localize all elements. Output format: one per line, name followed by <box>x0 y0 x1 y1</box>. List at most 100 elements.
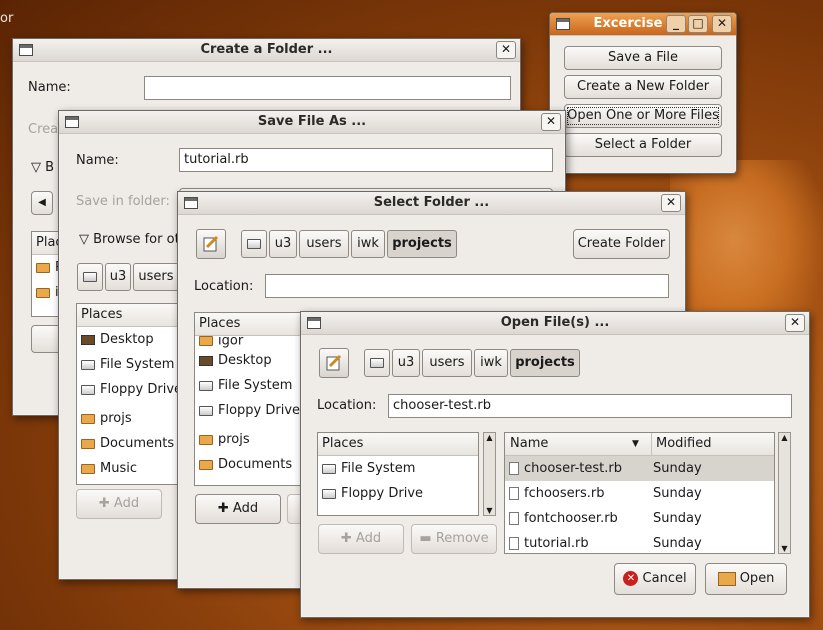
file-row[interactable]: chooser-test.rb Sunday <box>505 456 774 481</box>
open-files-button[interactable]: Open One or More Files <box>564 104 722 128</box>
place-floppy[interactable]: Floppy Drive <box>195 398 303 423</box>
folder-icon <box>81 438 95 449</box>
crumb-projects[interactable]: projects <box>387 230 457 258</box>
select-folder-titlebar[interactable]: Select Folder ... ✕ <box>178 192 685 215</box>
sort-descending-icon[interactable]: ▼ <box>632 433 639 455</box>
column-modified-header[interactable]: Modified <box>651 433 711 455</box>
type-location-button[interactable] <box>319 348 349 378</box>
drive-icon <box>370 357 384 368</box>
maximize-button[interactable]: □ <box>688 15 708 33</box>
place-floppy[interactable]: Floppy Drive <box>77 377 179 402</box>
create-new-folder-button[interactable]: Create a New Folder <box>564 75 722 99</box>
scroll-down-arrow-icon[interactable]: ▼ <box>779 544 790 553</box>
name-field[interactable]: tutorial.rb <box>179 148 553 172</box>
add-button[interactable]: ✚ Add <box>318 524 404 554</box>
browse-label: Browse for ot <box>93 232 180 247</box>
create-folder-button[interactable]: Create Folder <box>573 229 670 259</box>
add-button[interactable]: ✚ Add <box>195 494 281 524</box>
select-folder-title: Select Folder ... <box>373 195 490 210</box>
files-header: Name ▼ Modified <box>505 433 774 456</box>
location-field[interactable]: chooser-test.rb <box>388 394 792 418</box>
files-scrollbar[interactable]: ▲ ▼ <box>778 432 791 554</box>
file-row[interactable]: tutorial.rb Sunday <box>505 531 774 553</box>
crumb-u3[interactable]: u3 <box>105 263 131 291</box>
drive-crumb[interactable] <box>77 263 103 291</box>
name-label: Name: <box>76 153 119 168</box>
places-pane: Places File System Floppy Drive <box>317 432 479 516</box>
folder-icon <box>81 413 95 424</box>
excercise-titlebar[interactable]: Excercise _ □ ✕ <box>550 13 736 36</box>
file-icon <box>509 487 519 500</box>
place-filesystem[interactable]: File System <box>195 373 303 398</box>
pencil-icon <box>203 235 219 252</box>
file-row[interactable]: fchoosers.rb Sunday <box>505 481 774 506</box>
name-field[interactable] <box>144 76 511 100</box>
place-documents[interactable]: Documents <box>77 431 179 456</box>
select-folder-button[interactable]: Select a Folder <box>564 133 722 157</box>
places-header: Places <box>195 313 303 336</box>
crumb-iwk[interactable]: iwk <box>474 349 508 377</box>
create-folder-titlebar[interactable]: Create a Folder ... ✕ <box>13 39 520 62</box>
open-files-window: Open File(s) ... ✕ u3 users iwk projects… <box>300 311 810 618</box>
scroll-up-arrow-icon[interactable]: ▲ <box>484 433 495 442</box>
crumb-users[interactable]: users <box>133 263 179 291</box>
close-button[interactable]: ✕ <box>541 113 561 131</box>
place-desktop[interactable]: Desktop <box>77 327 179 352</box>
desktop-icon <box>81 334 95 345</box>
floppy-icon <box>322 488 336 499</box>
save-a-file-button[interactable]: Save a File <box>564 46 722 70</box>
crumb-u3[interactable]: u3 <box>269 230 297 258</box>
place-floppy[interactable]: Floppy Drive <box>318 481 478 506</box>
close-button[interactable]: ✕ <box>661 194 681 212</box>
place-projs[interactable]: projs <box>77 406 179 431</box>
browse-expander[interactable]: ▽ B <box>31 160 54 175</box>
open-files-titlebar[interactable]: Open File(s) ... ✕ <box>301 312 809 335</box>
save-file-title: Save File As ... <box>257 114 367 129</box>
minimize-button[interactable]: _ <box>666 15 686 33</box>
desktop-icon <box>199 355 213 366</box>
remove-button[interactable]: ▬ Remove <box>411 524 497 554</box>
crumb-iwk[interactable]: iwk <box>351 230 385 258</box>
place-music[interactable]: Music <box>77 456 179 481</box>
cancel-button[interactable]: ✕ Cancel <box>614 563 696 595</box>
drive-icon <box>322 463 336 474</box>
add-button[interactable]: ✚ Add <box>76 489 162 519</box>
open-button[interactable]: Open <box>705 563 787 595</box>
type-location-button[interactable] <box>196 229 226 259</box>
places-header: Places <box>318 433 478 456</box>
scroll-up-arrow-icon[interactable]: ▲ <box>779 433 790 442</box>
location-field[interactable] <box>265 274 669 298</box>
places-header: Places <box>77 304 179 327</box>
file-icon <box>509 537 519 550</box>
folder-icon <box>81 463 95 474</box>
column-name-header[interactable]: Name <box>510 433 548 455</box>
close-button[interactable]: ✕ <box>785 314 805 332</box>
back-arrow-button[interactable]: ◀ <box>31 191 53 215</box>
place-desktop[interactable]: Desktop <box>195 348 303 373</box>
floppy-icon <box>81 384 95 395</box>
place-documents[interactable]: Documents <box>195 452 303 477</box>
drive-crumb[interactable] <box>364 349 390 377</box>
places-pane: Places Desktop File System Floppy Drive … <box>76 303 180 485</box>
save-file-titlebar[interactable]: Save File As ... ✕ <box>59 111 565 134</box>
crumb-u3[interactable]: u3 <box>392 349 420 377</box>
place-projs[interactable]: projs <box>195 427 303 452</box>
browse-expander[interactable]: ▽ Browse for ot <box>79 232 180 247</box>
home-icon <box>199 336 213 346</box>
crumb-users[interactable]: users <box>422 349 472 377</box>
drive-crumb[interactable] <box>241 230 267 258</box>
place-filesystem[interactable]: File System <box>77 352 179 377</box>
browse-label: B <box>45 160 55 175</box>
places-scrollbar[interactable]: ▲ ▼ <box>483 432 496 516</box>
crumb-projects[interactable]: projects <box>510 349 580 377</box>
crumb-users[interactable]: users <box>299 230 349 258</box>
close-button[interactable]: ✕ <box>496 41 516 59</box>
file-row[interactable]: fontchooser.rb Sunday <box>505 506 774 531</box>
recent-icon <box>36 262 50 273</box>
scroll-down-arrow-icon[interactable]: ▼ <box>484 506 495 515</box>
create-folder-title: Create a Folder ... <box>200 42 333 57</box>
close-button[interactable]: ✕ <box>712 15 732 33</box>
place-igor[interactable]: igor <box>195 336 303 348</box>
location-label: Location: <box>317 398 377 413</box>
place-filesystem[interactable]: File System <box>318 456 478 481</box>
